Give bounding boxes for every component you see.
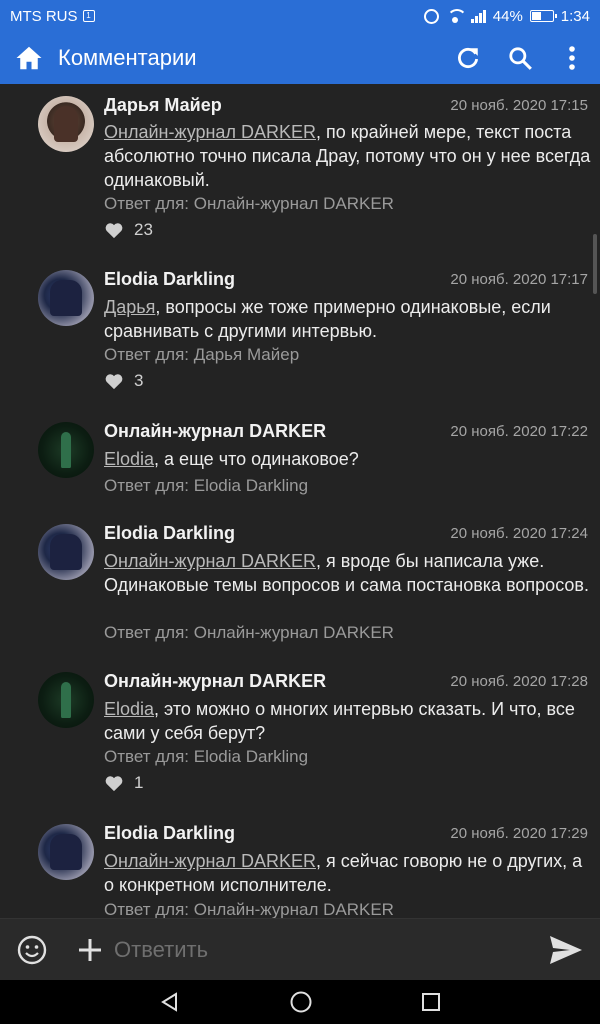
comment-date: 20 нояб. 2020 17:28 <box>450 673 588 690</box>
comment-date: 20 нояб. 2020 17:24 <box>450 525 588 542</box>
avatar[interactable] <box>38 422 94 478</box>
comment-author[interactable]: Онлайн-журнал DARKER <box>104 671 326 692</box>
clock: 1:34 <box>560 7 590 25</box>
like-button[interactable]: 23 <box>104 220 153 240</box>
like-count: 3 <box>134 371 144 390</box>
comment-text: Онлайн-журнал DARKER, я сейчас говорю не… <box>104 849 594 897</box>
scrollbar[interactable] <box>593 234 597 294</box>
reply-to[interactable]: Ответ для: Elodia Darkling <box>104 476 308 496</box>
comment-date: 20 нояб. 2020 17:29 <box>450 825 588 842</box>
reply-composer <box>0 918 600 980</box>
battery-icon <box>529 10 557 22</box>
comment-text: Онлайн-журнал DARKER, я вроде бы написал… <box>104 549 594 597</box>
plus-icon[interactable] <box>78 938 102 962</box>
send-icon[interactable] <box>548 934 584 966</box>
avatar[interactable] <box>38 824 94 880</box>
heart-icon <box>105 776 123 792</box>
reply-to[interactable]: Ответ для: Elodia Darkling <box>104 747 308 767</box>
comment-body: , это можно о многих интервью сказать. И… <box>104 699 575 743</box>
mention-link[interactable]: Онлайн-журнал DARKER <box>104 851 316 871</box>
carrier-name: MTS RUS <box>10 7 78 25</box>
refresh-button[interactable] <box>454 44 482 72</box>
reply-to[interactable]: Ответ для: Онлайн-журнал DARKER <box>104 623 394 643</box>
status-bar: MTS RUS 1 44% 1:34 <box>0 0 600 32</box>
emoji-icon[interactable] <box>16 934 48 966</box>
comment-text: Дарья, вопросы же тоже примерно одинаков… <box>104 295 594 343</box>
battery-percent: 44% <box>492 7 523 25</box>
comment-text: Онлайн-журнал DARKER, по крайней мере, т… <box>104 120 594 192</box>
comment-body: , а еще что одинаковое? <box>154 449 359 469</box>
search-button[interactable] <box>506 44 534 72</box>
reply-to[interactable]: Ответ для: Онлайн-журнал DARKER <box>104 900 394 918</box>
comment-date: 20 нояб. 2020 17:22 <box>450 423 588 440</box>
recents-icon[interactable] <box>421 992 441 1012</box>
like-count: 23 <box>134 220 153 239</box>
comment-author[interactable]: Дарья Майер <box>104 95 222 116</box>
mention-link[interactable]: Дарья <box>104 297 155 317</box>
mention-link[interactable]: Elodia <box>104 699 154 719</box>
search-icon <box>509 47 532 70</box>
toolbar-actions <box>454 44 586 72</box>
comments-list[interactable]: Дарья Майер 20 нояб. 2020 17:15 Онлайн-ж… <box>0 84 600 918</box>
like-button[interactable]: 1 <box>104 773 143 793</box>
heart-icon <box>105 374 123 390</box>
comment-author[interactable]: Elodia Darkling <box>104 523 235 544</box>
back-icon[interactable] <box>159 991 181 1013</box>
like-count: 1 <box>134 773 144 792</box>
reply-input[interactable] <box>114 936 548 963</box>
reply-to[interactable]: Ответ для: Дарья Майер <box>104 345 299 365</box>
comment-date: 20 нояб. 2020 17:15 <box>450 97 588 114</box>
home-icon[interactable] <box>14 43 44 73</box>
signal-icon <box>470 9 486 23</box>
mention-link[interactable]: Онлайн-журнал DARKER <box>104 551 316 571</box>
comment-author[interactable]: Elodia Darkling <box>104 823 235 844</box>
comment-date: 20 нояб. 2020 17:17 <box>450 271 588 288</box>
page-title: Комментарии <box>58 45 197 70</box>
avatar[interactable] <box>38 672 94 728</box>
reply-to[interactable]: Ответ для: Онлайн-журнал DARKER <box>104 194 394 214</box>
comment-text: Elodia, это можно о многих интервью сказ… <box>104 697 594 745</box>
comment-author[interactable]: Elodia Darkling <box>104 269 235 290</box>
avatar[interactable] <box>38 96 94 152</box>
like-button[interactable]: 3 <box>104 371 143 391</box>
avatar[interactable] <box>38 270 94 326</box>
alarm-icon <box>423 8 439 24</box>
sim-icon: 1 <box>82 10 95 22</box>
comment-body: , вопросы же тоже примерно одинаковые, е… <box>104 297 551 341</box>
comment-author[interactable]: Онлайн-журнал DARKER <box>104 421 326 442</box>
system-nav-bar <box>0 980 600 1024</box>
refresh-icon <box>458 47 479 69</box>
comment-text: Elodia, а еще что одинаковое? <box>104 447 594 471</box>
heart-icon <box>105 223 123 239</box>
mention-link[interactable]: Elodia <box>104 449 154 469</box>
avatar[interactable] <box>38 524 94 580</box>
wifi-icon <box>446 9 467 23</box>
more-button[interactable] <box>558 44 586 72</box>
status-icons: 44% 1:34 <box>423 7 590 25</box>
carrier: MTS RUS 1 <box>10 8 95 25</box>
app-toolbar: Комментарии <box>0 32 600 84</box>
mention-link[interactable]: Онлайн-журнал DARKER <box>104 122 316 142</box>
home-nav-icon[interactable] <box>289 990 313 1014</box>
more-vert-icon <box>569 46 575 70</box>
